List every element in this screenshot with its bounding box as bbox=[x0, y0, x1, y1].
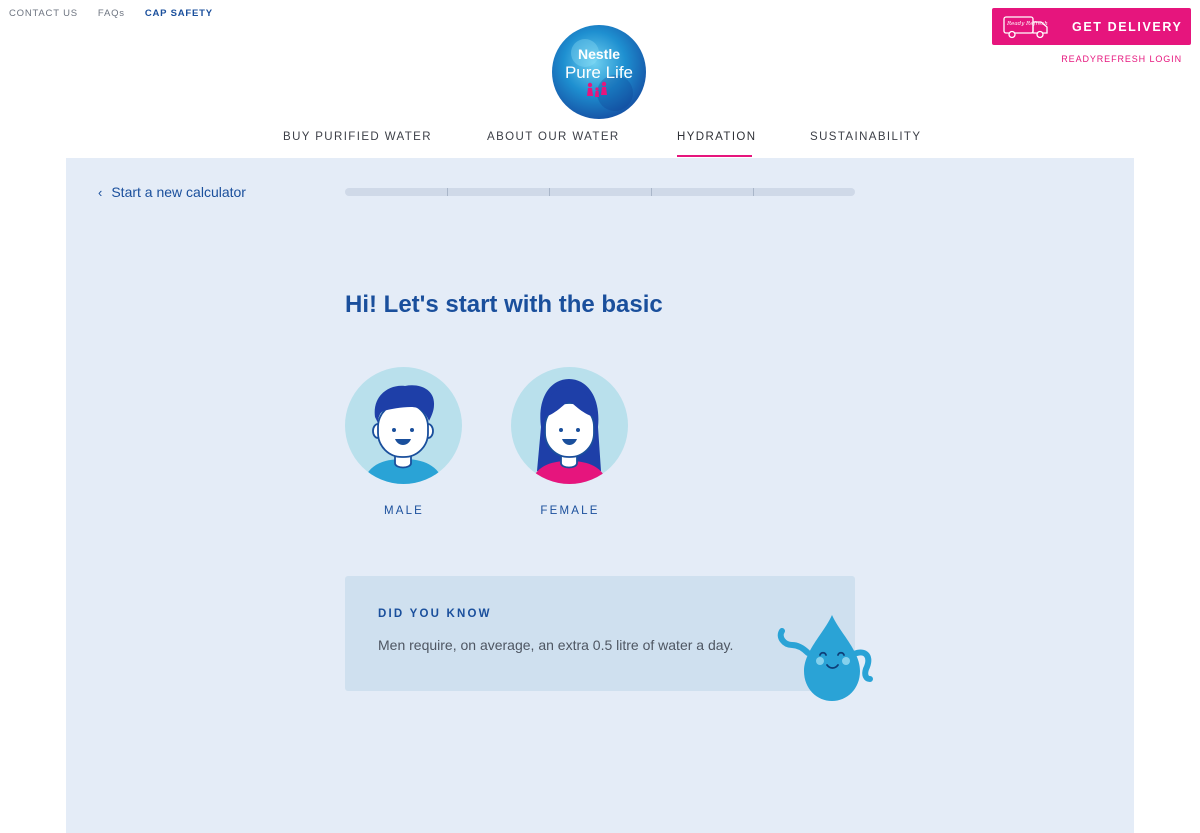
female-label: FEMALE bbox=[540, 505, 600, 517]
nav-buy-purified-water[interactable]: BUY PURIFIED WATER bbox=[283, 131, 432, 143]
hydration-calculator-panel: ‹ Start a new calculator Hi! Let's start … bbox=[66, 158, 1134, 833]
nav-about-our-water[interactable]: ABOUT OUR WATER bbox=[487, 131, 620, 143]
male-avatar bbox=[345, 367, 462, 484]
male-option[interactable]: MALE bbox=[345, 367, 463, 517]
back-label: Start a new calculator bbox=[111, 184, 246, 200]
cap-safety-link[interactable]: CAP SAFETY bbox=[145, 8, 213, 19]
female-avatar bbox=[511, 367, 628, 484]
progress-step-divider bbox=[651, 188, 652, 196]
female-avatar-icon bbox=[531, 379, 608, 484]
male-avatar-icon bbox=[363, 385, 444, 484]
get-delivery-label: GET DELIVERY bbox=[1072, 20, 1183, 34]
progress-step-divider bbox=[447, 188, 448, 196]
female-option[interactable]: FEMALE bbox=[511, 367, 629, 517]
logo-line-1: Nestle bbox=[578, 46, 620, 62]
chevron-left-icon: ‹ bbox=[98, 185, 103, 200]
utility-nav: CONTACT US FAQs CAP SAFETY bbox=[9, 8, 233, 19]
nav-hydration[interactable]: HYDRATION bbox=[677, 131, 756, 143]
get-delivery-button[interactable]: Ready Refresh GET DELIVERY bbox=[992, 8, 1191, 45]
did-you-know-title: DID YOU KNOW bbox=[378, 608, 492, 620]
main-nav: BUY PURIFIED WATER ABOUT OUR WATER HYDRA… bbox=[0, 131, 1200, 159]
progress-step-divider bbox=[753, 188, 754, 196]
delivery-truck-icon: Ready Refresh bbox=[1003, 16, 1048, 39]
logo-line-2: Pure Life bbox=[565, 63, 633, 82]
did-you-know-text: Men require, on average, an extra 0.5 li… bbox=[378, 637, 734, 653]
nav-sustainability[interactable]: SUSTAINABILITY bbox=[810, 131, 921, 143]
nestle-pure-life-logo[interactable]: Nestle Pure Life bbox=[549, 23, 649, 120]
readyrefresh-login-link[interactable]: READYREFRESH LOGIN bbox=[1061, 54, 1182, 64]
water-drop-mascot bbox=[777, 615, 873, 701]
calculator-heading: Hi! Let's start with the basic bbox=[345, 291, 663, 318]
contact-us-link[interactable]: CONTACT US bbox=[9, 8, 78, 19]
faqs-link[interactable]: FAQs bbox=[98, 8, 125, 19]
male-label: MALE bbox=[383, 505, 425, 517]
start-new-calculator-link[interactable]: ‹ Start a new calculator bbox=[98, 184, 246, 200]
active-nav-underline bbox=[677, 155, 752, 157]
calculator-progress-bar bbox=[345, 188, 855, 196]
progress-step-divider bbox=[549, 188, 550, 196]
truck-brand-text: Ready Refresh bbox=[1006, 21, 1048, 27]
